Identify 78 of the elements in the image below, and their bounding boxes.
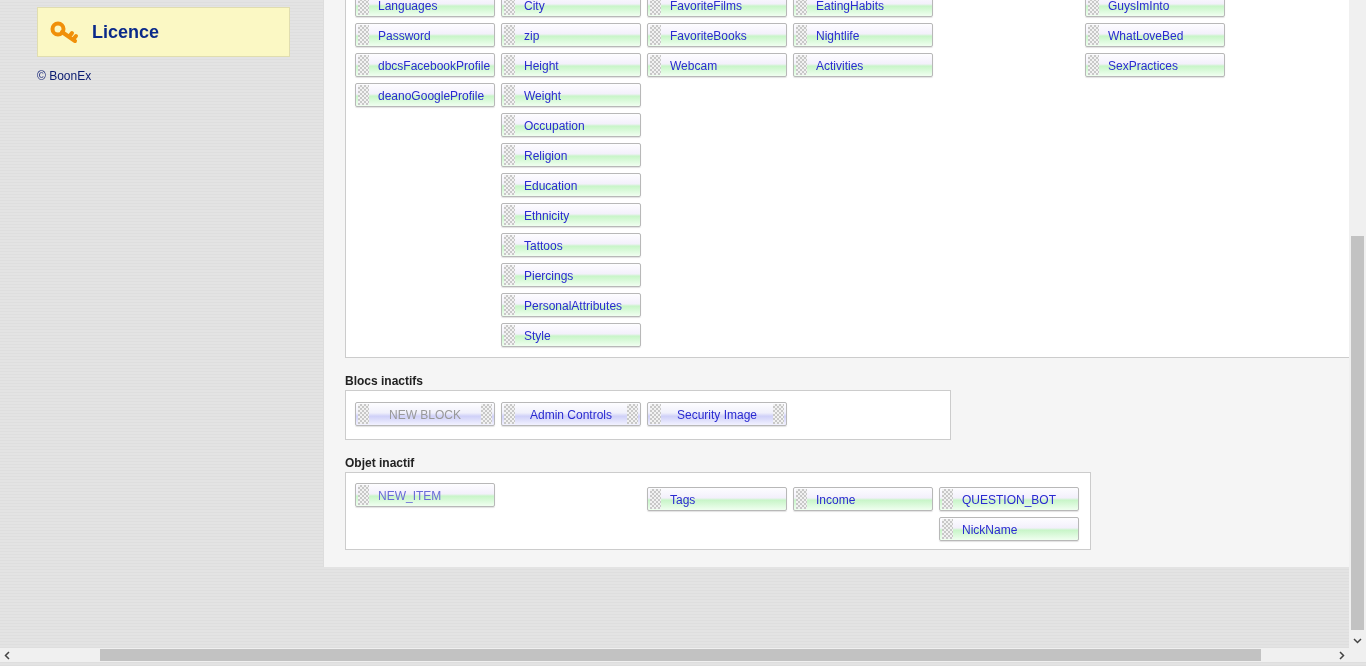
field-item[interactable]: Education — [501, 173, 641, 197]
drag-handle-icon[interactable] — [504, 85, 515, 105]
field-item[interactable]: deanoGoogleProfile — [355, 83, 495, 107]
field-item[interactable]: Height — [501, 53, 641, 77]
drag-handle-icon[interactable] — [504, 175, 515, 195]
drag-handle-icon[interactable] — [358, 25, 369, 45]
drag-handle-icon[interactable] — [504, 404, 515, 424]
field-item[interactable]: Password — [355, 23, 495, 47]
chevron-left-icon[interactable] — [4, 650, 10, 660]
section-title: Blocs inactifs — [345, 374, 425, 388]
field-item[interactable]: Occupation — [501, 113, 641, 137]
drag-handle-icon[interactable] — [796, 55, 807, 75]
field-item[interactable]: Ethnicity — [501, 203, 641, 227]
drag-handle-icon[interactable] — [773, 404, 784, 424]
drag-handle-icon[interactable] — [481, 404, 492, 424]
drag-handle-icon[interactable] — [627, 404, 638, 424]
drag-handle-icon[interactable] — [358, 0, 369, 15]
drag-handle-icon[interactable] — [650, 489, 661, 509]
field-item[interactable]: zip — [501, 23, 641, 47]
field-item[interactable]: Tattoos — [501, 233, 641, 257]
field-item[interactable]: Piercings — [501, 263, 641, 287]
field-item[interactable]: Income — [793, 487, 933, 511]
field-item[interactable]: SexPractices — [1085, 53, 1225, 77]
drag-handle-icon[interactable] — [650, 25, 661, 45]
key-icon — [50, 20, 80, 44]
field-item[interactable]: Activities — [793, 53, 933, 77]
drag-handle-icon[interactable] — [504, 145, 515, 165]
block-item[interactable]: Admin Controls — [501, 402, 641, 426]
field-item[interactable]: FavoriteFilms — [647, 0, 787, 17]
field-item[interactable]: QUESTION_BOT — [939, 487, 1079, 511]
drag-handle-icon[interactable] — [504, 55, 515, 75]
chevron-right-icon[interactable] — [1339, 650, 1345, 660]
field-item[interactable]: Tags — [647, 487, 787, 511]
field-item[interactable]: Religion — [501, 143, 641, 167]
drag-handle-icon[interactable] — [504, 205, 515, 225]
field-item[interactable]: Style — [501, 323, 641, 347]
drag-handle-icon[interactable] — [504, 0, 515, 15]
drag-handle-icon[interactable] — [650, 404, 661, 424]
drag-handle-icon[interactable] — [1088, 0, 1099, 15]
section-title: Objet inactif — [345, 456, 416, 470]
field-item[interactable]: FavoriteBooks — [647, 23, 787, 47]
chevron-down-icon[interactable] — [1353, 638, 1362, 644]
drag-handle-icon[interactable] — [942, 489, 953, 509]
field-item[interactable]: dbcsFacebookProfile — [355, 53, 495, 77]
drag-handle-icon[interactable] — [942, 519, 953, 539]
field-item[interactable]: Languages — [355, 0, 495, 17]
field-item[interactable]: City — [501, 0, 641, 17]
horizontal-scrollbar[interactable] — [0, 648, 1349, 662]
field-item[interactable]: Weight — [501, 83, 641, 107]
drag-handle-icon[interactable] — [358, 485, 369, 505]
field-item[interactable]: NickName — [939, 517, 1079, 541]
drag-handle-icon[interactable] — [504, 265, 515, 285]
vertical-scrollbar[interactable] — [1349, 0, 1366, 648]
drag-handle-icon[interactable] — [358, 55, 369, 75]
drag-handle-icon[interactable] — [1088, 25, 1099, 45]
drag-handle-icon[interactable] — [504, 235, 515, 255]
field-item[interactable]: WhatLoveBed — [1085, 23, 1225, 47]
drag-handle-icon[interactable] — [796, 489, 807, 509]
drag-handle-icon[interactable] — [796, 25, 807, 45]
drag-handle-icon[interactable] — [650, 55, 661, 75]
field-item[interactable]: PersonalAttributes — [501, 293, 641, 317]
block-item[interactable]: Security Image — [647, 402, 787, 426]
drag-handle-icon[interactable] — [358, 85, 369, 105]
field-item[interactable]: Nightlife — [793, 23, 933, 47]
drag-handle-icon[interactable] — [504, 25, 515, 45]
field-item[interactable]: Webcam — [647, 53, 787, 77]
drag-handle-icon[interactable] — [504, 115, 515, 135]
drag-handle-icon[interactable] — [504, 325, 515, 345]
drag-handle-icon[interactable] — [650, 0, 661, 15]
field-item[interactable]: NEW_ITEM — [355, 483, 495, 507]
drag-handle-icon[interactable] — [358, 404, 369, 424]
field-item[interactable]: EatingHabits — [793, 0, 933, 17]
field-item[interactable]: GuysImInto — [1085, 0, 1225, 17]
drag-handle-icon[interactable] — [796, 0, 807, 15]
copyright-text: © BoonEx — [37, 69, 93, 83]
drag-handle-icon[interactable] — [504, 295, 515, 315]
licence-button[interactable]: Licence — [37, 7, 290, 57]
drag-handle-icon[interactable] — [1088, 55, 1099, 75]
